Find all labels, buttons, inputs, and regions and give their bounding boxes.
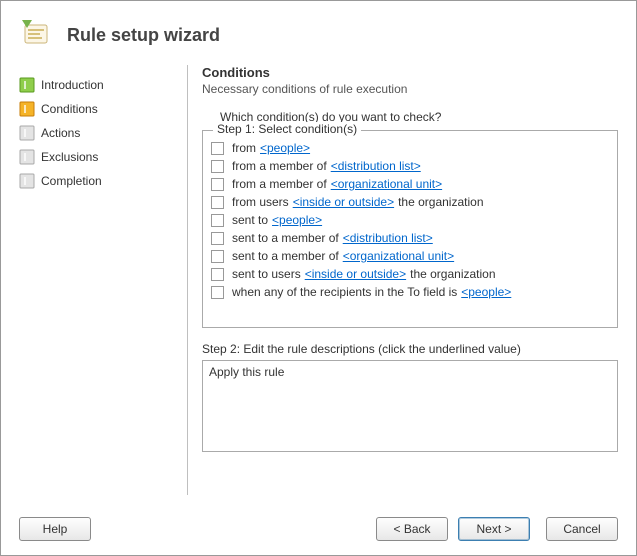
step-label: Conditions	[41, 102, 98, 116]
condition-text: when any of the recipients in the To fie…	[232, 285, 457, 299]
condition-link[interactable]: <people>	[260, 141, 310, 155]
condition-link[interactable]: <organizational unit>	[343, 249, 454, 263]
step-icon	[19, 101, 35, 117]
main-panel: Conditions Necessary conditions of rule …	[202, 65, 618, 495]
section-title: Conditions	[202, 65, 618, 80]
step-label: Introduction	[41, 78, 104, 92]
condition-checkbox[interactable]	[211, 268, 224, 281]
conditions-list[interactable]: from <people>from a member of <distribut…	[203, 131, 617, 327]
wizard-steps-sidebar: Introduction Conditions Actions Exclusions C…	[19, 65, 187, 495]
help-button[interactable]: Help	[19, 517, 91, 541]
sidebar-step-exclusions[interactable]: Exclusions	[19, 145, 187, 169]
condition-checkbox[interactable]	[211, 250, 224, 263]
condition-row[interactable]: from <people>	[211, 139, 611, 157]
condition-row[interactable]: from users <inside or outside> the organ…	[211, 193, 611, 211]
step-icon	[19, 77, 35, 93]
sidebar-step-conditions[interactable]: Conditions	[19, 97, 187, 121]
condition-row[interactable]: sent to <people>	[211, 211, 611, 229]
condition-text: from a member of	[232, 177, 327, 191]
condition-row[interactable]: from a member of <organizational unit>	[211, 175, 611, 193]
condition-text: from a member of	[232, 159, 327, 173]
step-icon	[19, 149, 35, 165]
condition-checkbox[interactable]	[211, 214, 224, 227]
condition-checkbox[interactable]	[211, 286, 224, 299]
condition-row[interactable]: when any of the recipients in the To fie…	[211, 283, 611, 301]
condition-link[interactable]: <people>	[461, 285, 511, 299]
rule-description-text: Apply this rule	[209, 365, 284, 379]
condition-text: sent to a member of	[232, 231, 339, 245]
sidebar-step-completion[interactable]: Completion	[19, 169, 187, 193]
step1-fieldset: Step 1: Select condition(s) from <people…	[202, 130, 618, 328]
condition-text: sent to users	[232, 267, 301, 281]
condition-link[interactable]: <organizational unit>	[331, 177, 442, 191]
wizard-header: Rule setup wizard	[1, 1, 636, 65]
condition-link[interactable]: <inside or outside>	[305, 267, 406, 281]
condition-row[interactable]: sent to users <inside or outside> the or…	[211, 265, 611, 283]
rule-description-box[interactable]: Apply this rule	[202, 360, 618, 452]
sidebar-step-introduction[interactable]: Introduction	[19, 73, 187, 97]
condition-link[interactable]: <inside or outside>	[293, 195, 394, 209]
condition-row[interactable]: sent to a member of <organizational unit…	[211, 247, 611, 265]
section-subtitle: Necessary conditions of rule execution	[202, 82, 618, 96]
wizard-icon	[21, 19, 53, 51]
step-label: Completion	[41, 174, 102, 188]
condition-link[interactable]: <distribution list>	[343, 231, 433, 245]
condition-checkbox[interactable]	[211, 178, 224, 191]
step2-label: Step 2: Edit the rule descriptions (clic…	[202, 342, 618, 356]
condition-checkbox[interactable]	[211, 160, 224, 173]
condition-checkbox[interactable]	[211, 196, 224, 209]
step-icon	[19, 125, 35, 141]
step1-label: Step 1: Select condition(s)	[213, 122, 361, 136]
wizard-footer: Help < Back Next > Cancel	[1, 507, 636, 555]
condition-row[interactable]: from a member of <distribution list>	[211, 157, 611, 175]
wizard-title: Rule setup wizard	[67, 25, 220, 46]
condition-checkbox[interactable]	[211, 232, 224, 245]
condition-link[interactable]: <people>	[272, 213, 322, 227]
vertical-divider	[187, 65, 188, 495]
condition-row[interactable]: sent to a member of <distribution list>	[211, 229, 611, 247]
condition-link[interactable]: <distribution list>	[331, 159, 421, 173]
next-button[interactable]: Next >	[458, 517, 530, 541]
step-label: Actions	[41, 126, 80, 140]
condition-text: the organization	[410, 267, 495, 281]
condition-text: the organization	[398, 195, 483, 209]
back-button[interactable]: < Back	[376, 517, 448, 541]
step-label: Exclusions	[41, 150, 98, 164]
condition-text: sent to a member of	[232, 249, 339, 263]
cancel-button[interactable]: Cancel	[546, 517, 618, 541]
condition-text: from users	[232, 195, 289, 209]
step-icon	[19, 173, 35, 189]
condition-checkbox[interactable]	[211, 142, 224, 155]
condition-text: sent to	[232, 213, 268, 227]
condition-text: from	[232, 141, 256, 155]
sidebar-step-actions[interactable]: Actions	[19, 121, 187, 145]
